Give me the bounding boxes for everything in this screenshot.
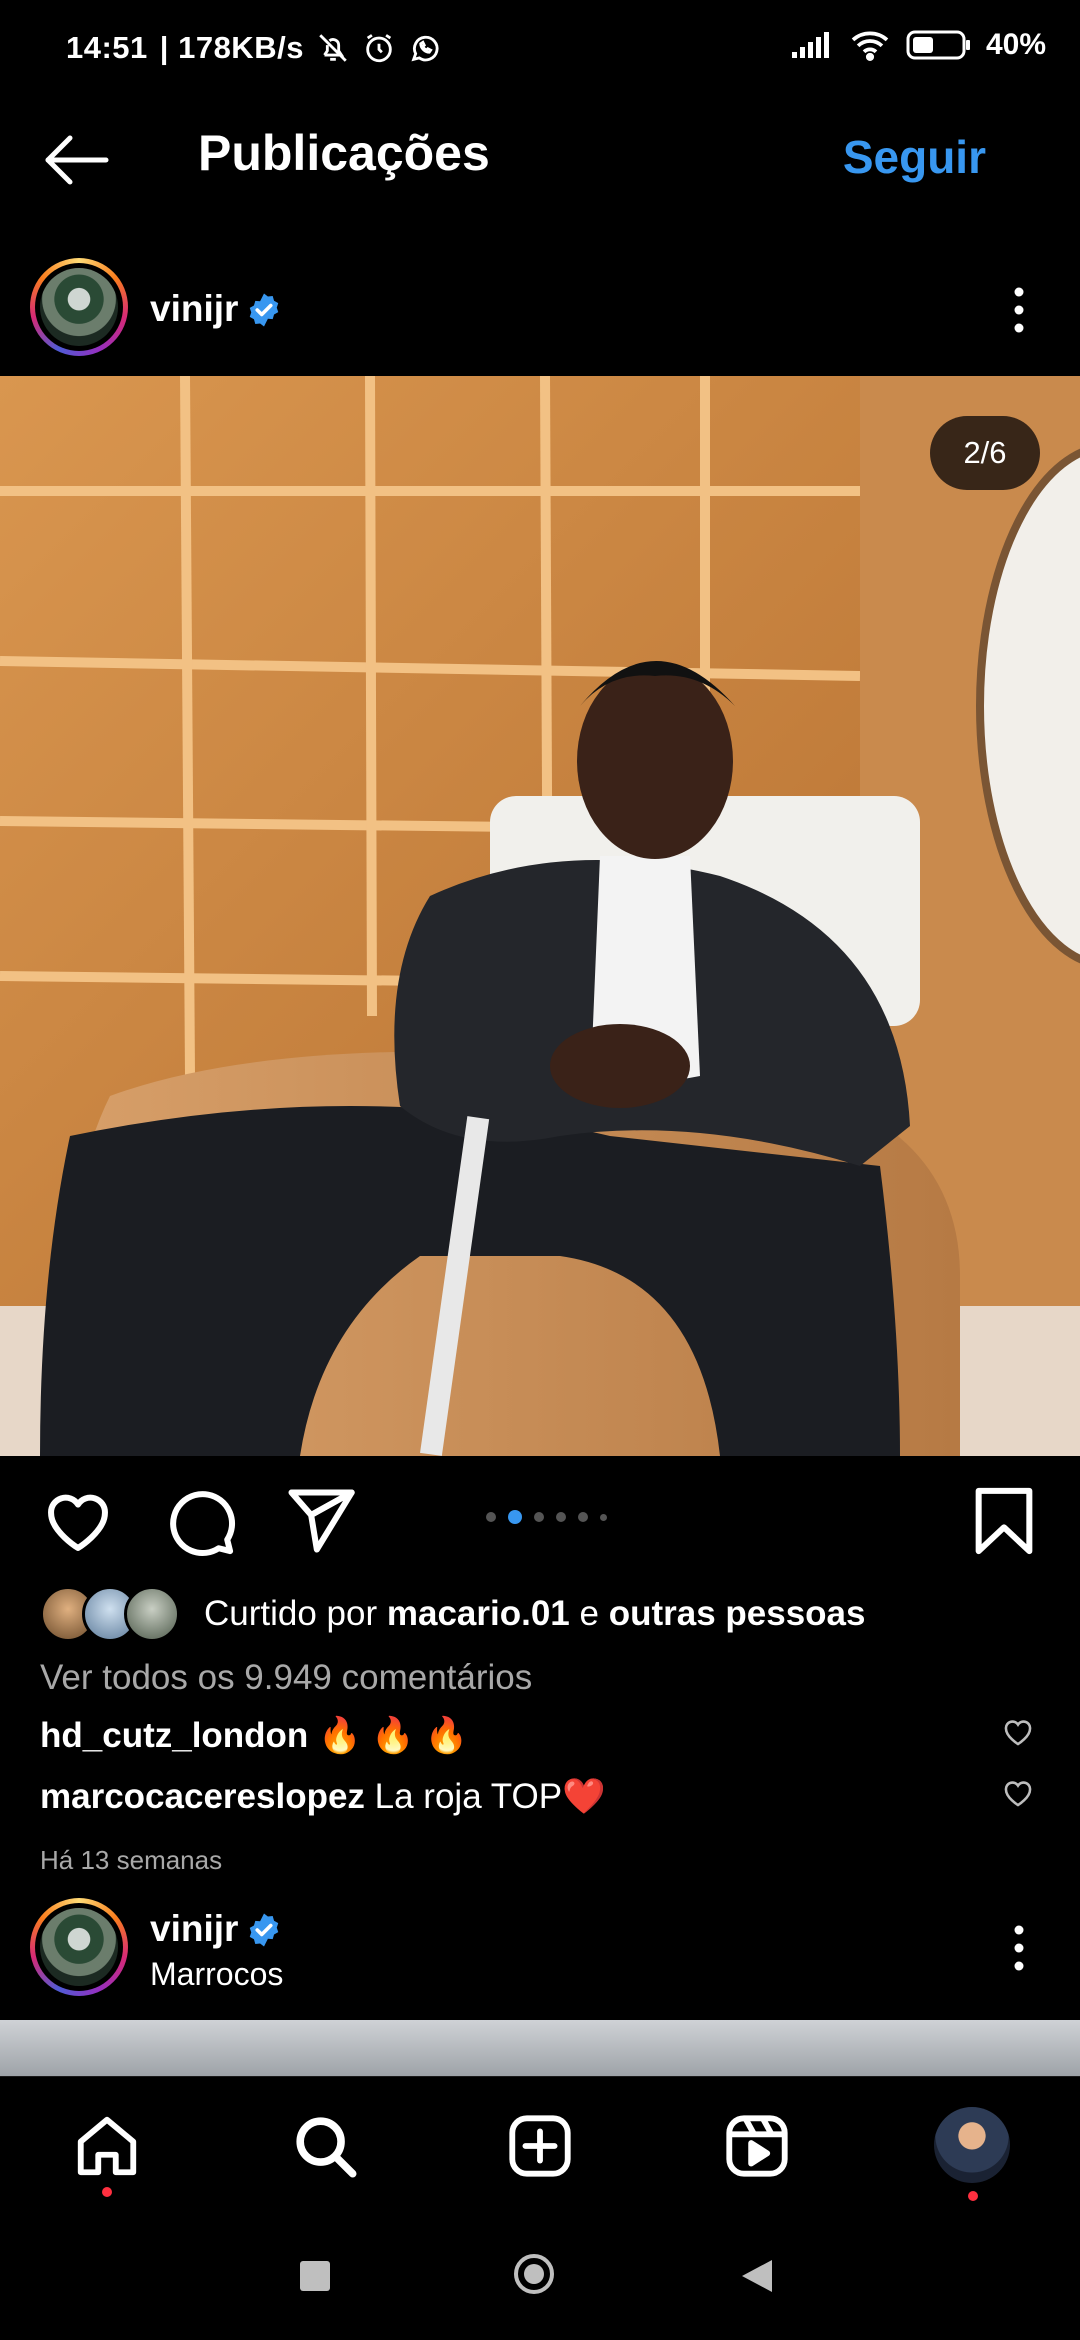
more-options-icon[interactable] — [1004, 280, 1034, 340]
recents-button[interactable] — [300, 2261, 330, 2291]
comment-row: marcocacereslopez La roja TOP❤️ — [40, 1776, 606, 1817]
comment-icon[interactable] — [162, 1483, 238, 1559]
save-bookmark-icon[interactable] — [966, 1483, 1042, 1559]
search-icon[interactable] — [290, 2111, 360, 2181]
whatsapp-icon — [411, 35, 439, 62]
system-navigation-bar — [0, 2218, 1080, 2340]
back-arrow-icon[interactable] — [40, 130, 120, 190]
post-time-ago: Há 13 semanas — [40, 1845, 223, 1875]
carousel-dot — [600, 1513, 607, 1521]
comment-like-heart-icon[interactable] — [1001, 1715, 1035, 1749]
next-post-avatar[interactable] — [30, 1898, 128, 1996]
carousel-dot — [556, 1512, 566, 1522]
view-all-comments-link[interactable]: Ver todos os 9.949 comentários — [40, 1658, 532, 1698]
liked-by-user[interactable]: macario.01 — [387, 1594, 570, 1634]
home-icon[interactable] — [72, 2111, 142, 2181]
next-post-image-preview[interactable] — [0, 2020, 1080, 2076]
profile-notification-dot — [968, 2191, 978, 2201]
comment-text: 🔥 🔥 🔥 — [318, 1716, 469, 1755]
reels-icon[interactable] — [722, 2111, 792, 2181]
mute-notifications-icon — [319, 34, 347, 62]
comment-like-heart-icon[interactable] — [1001, 1776, 1035, 1810]
carousel-dot-active — [508, 1510, 522, 1524]
status-left: 14:51 | 178KB/s — [66, 30, 442, 66]
system-back-button[interactable] — [740, 2258, 774, 2294]
signal-icon — [791, 32, 829, 58]
next-post-username[interactable]: vinijr — [150, 1908, 238, 1950]
comment-row: hd_cutz_london 🔥 🔥 🔥 — [40, 1715, 468, 1756]
alarm-icon — [366, 34, 392, 63]
bottom-navigation — [0, 2076, 1080, 2219]
share-send-icon[interactable] — [282, 1483, 358, 1559]
carousel-dot — [578, 1512, 588, 1522]
like-heart-icon[interactable] — [40, 1483, 116, 1559]
liker-avatar — [124, 1586, 180, 1642]
follow-button[interactable]: Seguir — [843, 130, 986, 184]
carousel-dot — [486, 1512, 496, 1522]
status-bar: 14:51 | 178KB/s 40% — [0, 0, 1080, 100]
slide-counter: 2/6 — [930, 416, 1040, 490]
battery-icon — [906, 30, 970, 60]
carousel-indicator — [486, 1510, 607, 1524]
status-time: 14:51 — [66, 30, 148, 65]
profile-avatar[interactable] — [934, 2107, 1010, 2183]
liked-by-row[interactable]: Curtido por macario.01 e outras pessoas — [40, 1586, 865, 1642]
post-photo-illustration — [0, 376, 1080, 1456]
status-speed: | 178KB/s — [159, 30, 304, 65]
battery-percent: 40% — [985, 28, 1046, 61]
avatar[interactable] — [30, 258, 128, 356]
liked-by-prefix: Curtido por — [204, 1594, 387, 1633]
liked-by-and: e — [569, 1594, 609, 1633]
verified-badge-icon — [249, 1913, 279, 1947]
post-image[interactable] — [0, 376, 1080, 1456]
wifi-icon — [851, 31, 889, 61]
more-options-icon[interactable] — [1004, 1918, 1034, 1978]
carousel-dot — [534, 1512, 544, 1522]
post-username[interactable]: vinijr — [150, 288, 238, 330]
verified-badge-icon — [249, 293, 279, 327]
next-post-location[interactable]: Marrocos — [150, 1956, 283, 1993]
home-notification-dot — [102, 2187, 112, 2197]
comment-text: La roja TOP❤️ — [374, 1777, 606, 1816]
home-button[interactable] — [514, 2254, 554, 2294]
status-right: 40% — [790, 28, 1046, 62]
page-title: Publicações — [198, 125, 490, 181]
comment-user[interactable]: hd_cutz_london — [40, 1716, 308, 1755]
liked-by-others[interactable]: outras pessoas — [609, 1594, 866, 1634]
comment-user[interactable]: marcocacereslopez — [40, 1777, 365, 1816]
add-post-icon[interactable] — [505, 2111, 575, 2181]
